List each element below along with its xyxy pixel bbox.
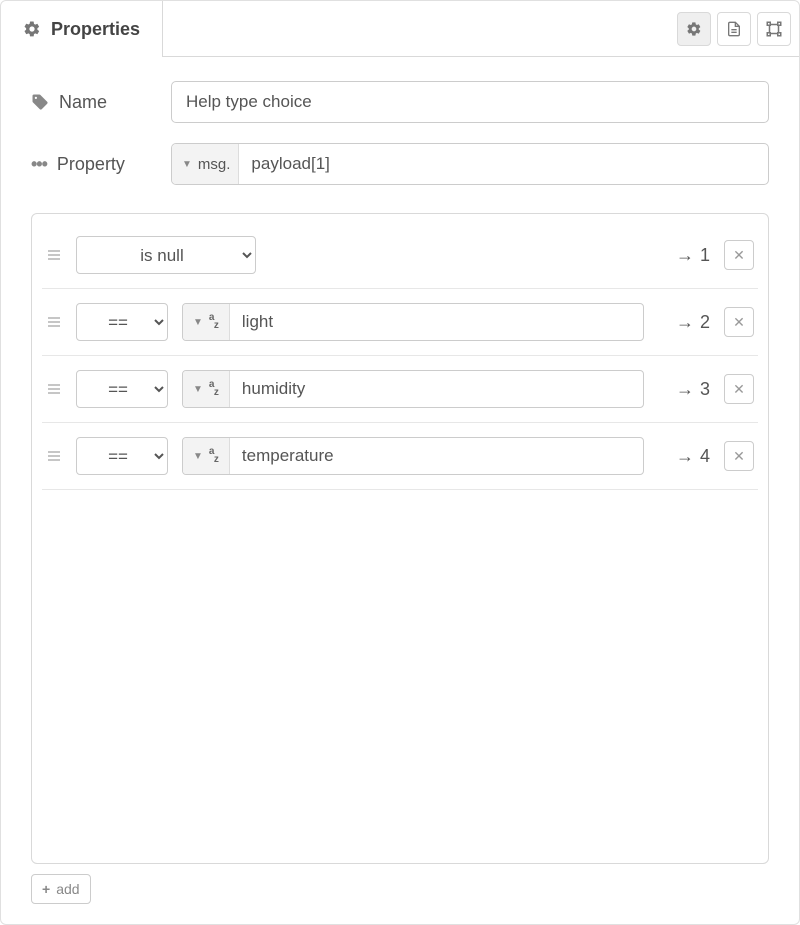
properties-panel: Properties (0, 0, 800, 925)
gear-icon (686, 21, 702, 37)
arrow-right-icon: → (676, 312, 694, 333)
value-type-selector[interactable]: ▼ az (183, 371, 230, 407)
operator-select[interactable]: ==!=<<=>>=is nullis not nullotherwise (76, 303, 168, 341)
output-number: 1 (700, 245, 710, 266)
name-label-group: Name (31, 92, 171, 113)
property-row: ••• Property ▼ msg. (31, 143, 769, 185)
arrow-right-icon: → (676, 446, 694, 467)
rule-value-typed-input: ▼ az (182, 303, 644, 341)
settings-button[interactable] (677, 12, 711, 46)
caret-down-icon: ▼ (193, 451, 203, 462)
tab-label: Properties (51, 19, 140, 40)
output-number: 4 (700, 446, 710, 467)
panel-header: Properties (1, 1, 799, 57)
output-indicator: →1 (658, 245, 710, 266)
operator-select[interactable]: ==!=<<=>>=is nullis not nullotherwise (76, 437, 168, 475)
rule-value-typed-input: ▼ az (182, 370, 644, 408)
document-icon (726, 21, 742, 37)
rule-row: ==!=<<=>>=is nullis not nullotherwise ▼ az… (42, 356, 758, 423)
plus-icon: + (42, 881, 50, 897)
close-icon: ✕ (733, 381, 745, 398)
close-icon: ✕ (733, 314, 745, 331)
gear-icon (23, 20, 41, 38)
value-type-selector[interactable]: ▼ az (183, 438, 230, 474)
string-type-icon: az (209, 381, 219, 397)
string-type-icon: az (209, 314, 219, 330)
property-label-group: ••• Property (31, 154, 171, 175)
drag-handle-icon[interactable] (46, 314, 62, 330)
drag-handle-icon[interactable] (46, 381, 62, 397)
close-icon: ✕ (733, 448, 745, 465)
drag-handle-icon[interactable] (46, 247, 62, 263)
tag-icon (31, 93, 49, 111)
bounding-box-icon (765, 20, 783, 38)
property-label: Property (57, 154, 125, 175)
header-toolbar (163, 1, 799, 57)
caret-down-icon: ▼ (193, 317, 203, 328)
close-icon: ✕ (733, 247, 745, 264)
rule-row: ==!=<<=>>=is nullis not nullotherwise ▼ az… (42, 423, 758, 490)
delete-rule-button[interactable]: ✕ (724, 307, 754, 337)
output-number: 3 (700, 379, 710, 400)
output-indicator: →2 (658, 312, 710, 333)
add-rule-button[interactable]: + add (31, 874, 91, 904)
tab-properties[interactable]: Properties (1, 1, 163, 57)
output-indicator: →4 (658, 446, 710, 467)
rule-row: ==!=<<=>>=is nullis not nullotherwise→1✕ (42, 222, 758, 289)
docs-button[interactable] (717, 12, 751, 46)
output-number: 2 (700, 312, 710, 333)
property-prefix: msg. (198, 156, 231, 173)
name-label: Name (59, 92, 107, 113)
rule-value-input[interactable] (230, 438, 643, 474)
property-value-input[interactable] (239, 144, 768, 184)
value-type-selector[interactable]: ▼ az (183, 304, 230, 340)
rules-list: ==!=<<=>>=is nullis not nullotherwise→1✕… (31, 213, 769, 864)
delete-rule-button[interactable]: ✕ (724, 240, 754, 270)
panel-body: Name ••• Property ▼ msg. ==!=<<=>>=is nu… (1, 57, 799, 924)
drag-handle-icon[interactable] (46, 448, 62, 464)
appearance-button[interactable] (757, 12, 791, 46)
property-typed-input: ▼ msg. (171, 143, 769, 185)
operator-select[interactable]: ==!=<<=>>=is nullis not nullotherwise (76, 236, 256, 274)
ellipsis-icon: ••• (31, 154, 47, 175)
rule-row: ==!=<<=>>=is nullis not nullotherwise ▼ az… (42, 289, 758, 356)
property-type-selector[interactable]: ▼ msg. (172, 144, 239, 184)
arrow-right-icon: → (676, 379, 694, 400)
name-input[interactable] (171, 81, 769, 123)
delete-rule-button[interactable]: ✕ (724, 374, 754, 404)
delete-rule-button[interactable]: ✕ (724, 441, 754, 471)
add-label: add (56, 881, 79, 897)
caret-down-icon: ▼ (182, 159, 192, 170)
caret-down-icon: ▼ (193, 384, 203, 395)
output-indicator: →3 (658, 379, 710, 400)
rule-value-input[interactable] (230, 304, 643, 340)
name-row: Name (31, 81, 769, 123)
string-type-icon: az (209, 448, 219, 464)
rule-value-typed-input: ▼ az (182, 437, 644, 475)
rule-value-input[interactable] (230, 371, 643, 407)
operator-select[interactable]: ==!=<<=>>=is nullis not nullotherwise (76, 370, 168, 408)
arrow-right-icon: → (676, 245, 694, 266)
